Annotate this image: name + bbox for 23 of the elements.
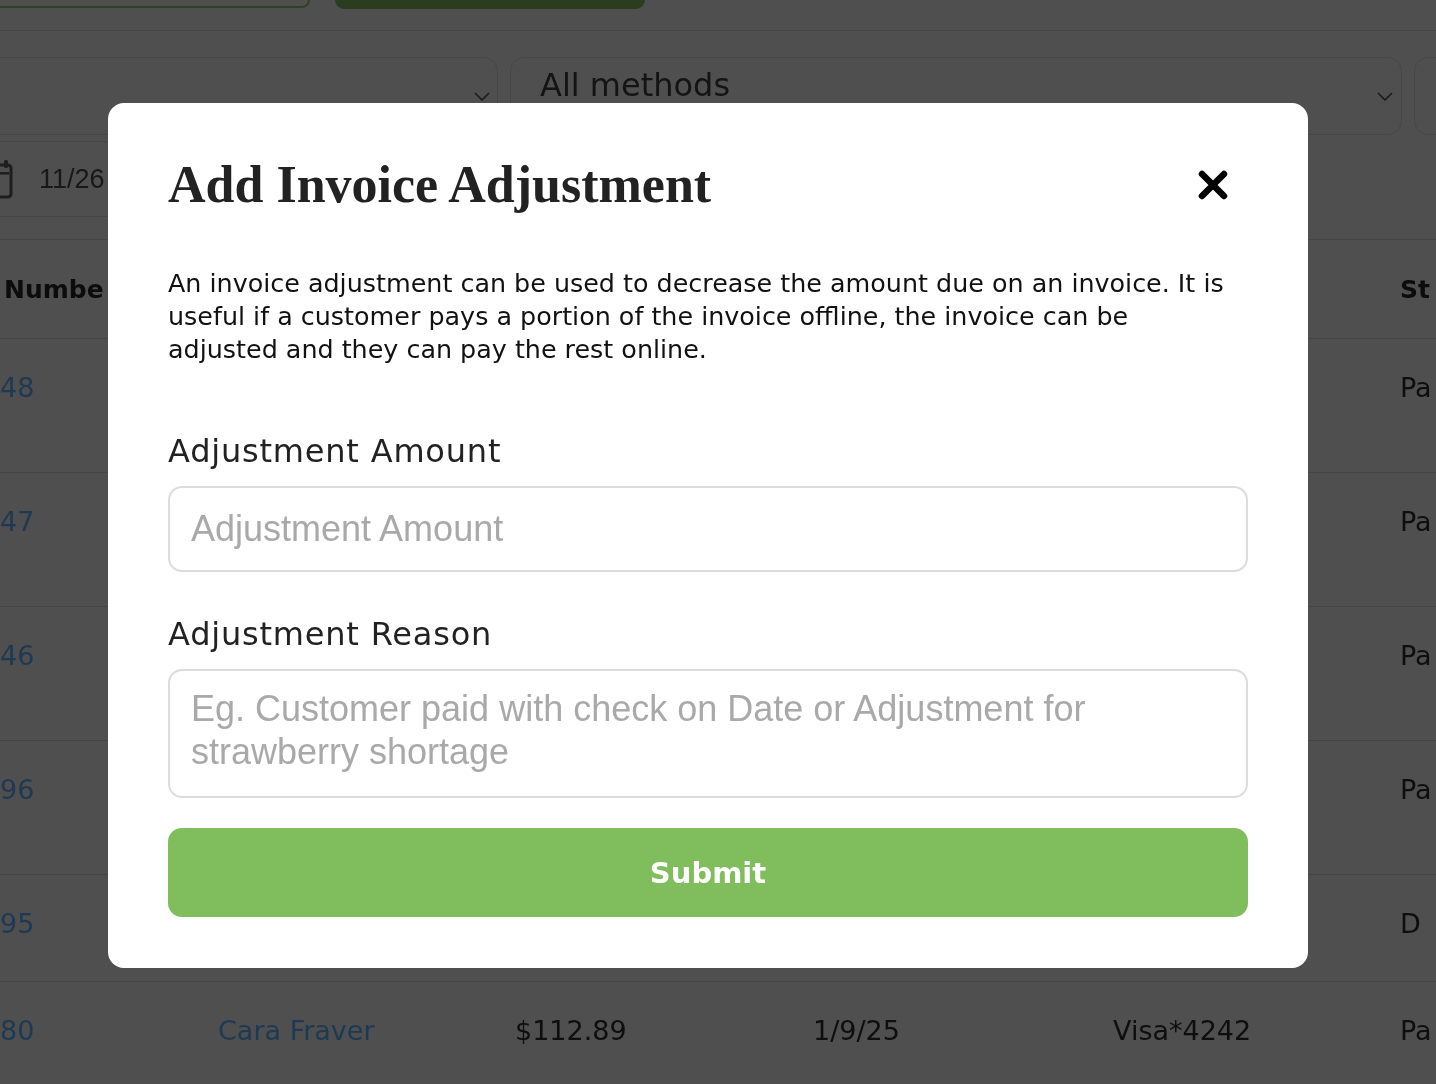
column-header: Numbe	[4, 274, 104, 304]
table-cell: Pa	[1400, 1015, 1432, 1046]
secondary-button[interactable]	[0, 0, 310, 8]
primary-button[interactable]	[335, 0, 645, 9]
table-cell: Pa	[1400, 506, 1432, 537]
modal-title: Add Invoice Adjustment	[168, 155, 712, 215]
modal-description: An invoice adjustment can be used to decrease the amount due on an invoice. It is useful if a customer pays a portion of the invoice offline, the invoice can be adjusted and they can pay the rest online.	[168, 267, 1225, 366]
submit-button[interactable]: Submit	[168, 828, 1248, 917]
table-cell: Visa*4242	[1113, 1015, 1252, 1046]
column-header: St	[1400, 274, 1430, 304]
chevron-down-icon	[1377, 91, 1393, 101]
table-cell: Pa	[1400, 372, 1432, 403]
field-label: Adjustment Amount	[168, 431, 503, 472]
close-icon[interactable]	[1198, 170, 1228, 200]
table-cell: $112.89	[515, 1015, 627, 1046]
chevron-down-icon	[474, 91, 490, 101]
table-cell: D	[1400, 908, 1421, 939]
text-area[interactable]: Eg. Customer paid with check on Date or Adjustment for strawberry shortage	[168, 669, 1248, 798]
text-input[interactable]: Adjustment Amount	[168, 486, 1248, 572]
field-label: Adjustment Reason	[168, 614, 494, 655]
table-cell: Pa	[1400, 640, 1432, 671]
table-cell: Pa	[1400, 774, 1432, 805]
table-cell: 1/9/25	[813, 1015, 900, 1046]
